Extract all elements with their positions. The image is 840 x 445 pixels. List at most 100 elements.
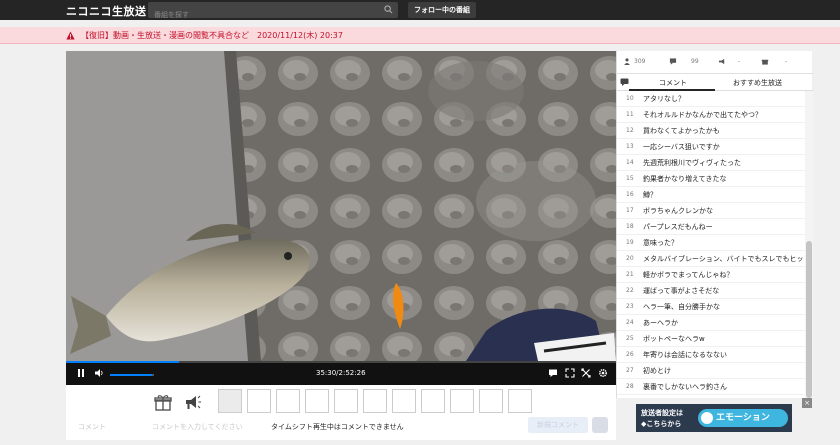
comment-row[interactable]: 26 年寄りは会話になるなない: [617, 347, 805, 363]
comment-row[interactable]: 27 初めとけ: [617, 363, 805, 379]
advertise-megaphone-icon[interactable]: [183, 393, 201, 411]
comment-text: 一応シーバス狙いですか: [643, 143, 720, 151]
volume-icon[interactable]: [94, 368, 104, 378]
comment-scrollbar-thumb[interactable]: [806, 241, 812, 398]
timeshift-notice: タイムシフト再生中はコメントできません: [271, 423, 404, 431]
warning-icon: [66, 31, 75, 40]
comment-row[interactable]: 28 裏番でしかないヘラ釣さん: [617, 379, 805, 395]
tab-recommended[interactable]: おすすめ生放送: [733, 78, 782, 88]
top-bar: ニコニコ生放送 フォロー中の番組: [0, 0, 840, 23]
seek-bar-fill: [66, 361, 180, 363]
comment-row[interactable]: 22 運ばって事がよさそだな: [617, 283, 805, 299]
comment-row[interactable]: 12 買わなくてよかったかも: [617, 123, 805, 139]
comment-count: 99: [691, 58, 699, 65]
comment-number: 12: [626, 127, 634, 134]
comment-text: 先週荒利根川でヴィヴィたった: [643, 159, 741, 167]
comment-row[interactable]: 13 一応シーバス狙いですか: [617, 139, 805, 155]
emotion-slot[interactable]: [305, 389, 329, 413]
comment-submit-icon[interactable]: [592, 417, 608, 433]
comment-text: ボラちゃんクレンかな: [643, 207, 713, 215]
expand-icon[interactable]: [581, 368, 591, 378]
ad-line-1: 放送者設定は: [641, 409, 683, 417]
video-image: [66, 51, 616, 361]
comment-toggle-icon[interactable]: [548, 368, 558, 378]
ad-banner[interactable]: 放送者設定は ◆こちらから エモーション: [636, 404, 792, 432]
comment-number: 18: [626, 223, 634, 230]
volume-slider[interactable]: [110, 374, 154, 376]
emotion-logo: エモーション: [698, 409, 788, 427]
gift-icon: [761, 59, 769, 65]
emotion-slot[interactable]: [479, 389, 503, 413]
comment-row[interactable]: 25 ボットペーなヘラw: [617, 331, 805, 347]
gift-count: -: [785, 58, 788, 65]
volume-slider-fill: [110, 374, 152, 376]
comment-number: 13: [626, 143, 634, 150]
emotion-logo-icon: [701, 412, 713, 424]
viewer-count: 309: [634, 58, 646, 65]
comment-text: 釣果者かなり増えてきたな: [643, 175, 727, 183]
comment-row[interactable]: 11 それオルルドかなんかで出てたやつ？: [617, 107, 805, 123]
comment-text: 裏番でしかないヘラ釣さん: [643, 383, 727, 391]
program-stats: 309 99 - -: [617, 51, 813, 74]
comment-text: 初めとけ: [643, 367, 671, 375]
comment-row[interactable]: 15 釣果者かなり増えてきたな: [617, 171, 805, 187]
comment-text: 鱒？: [643, 191, 657, 199]
comment-row[interactable]: 23 ヘラ一筆、自分勝手かな: [617, 299, 805, 315]
comment-row[interactable]: 20 メタルバイブレーション、バイトでもスレでもヒット率高い: [617, 251, 805, 267]
search-input[interactable]: [148, 7, 373, 23]
gift-icon[interactable]: [154, 393, 172, 411]
person-icon: [624, 58, 630, 65]
emotion-slot[interactable]: [363, 389, 387, 413]
niconico-logo[interactable]: ニコニコ生放送: [66, 3, 147, 19]
seek-bar[interactable]: [66, 361, 616, 363]
comment-text: 運ばって事がよさそだな: [643, 287, 720, 295]
comment-number: 23: [626, 303, 634, 310]
comment-list[interactable]: 10 アタリなし？ 11 それオルルドかなんかで出てたやつ？ 12 買わなくてよかったかも…: [617, 91, 805, 398]
player-action-area: コメント コメントを入力してください タイムシフト再生中はコメントできません 新…: [66, 385, 616, 440]
following-programs-button[interactable]: フォロー中の番組: [408, 2, 476, 18]
comment-text: パープレスだもんねー: [643, 223, 713, 231]
comment-row[interactable]: 16 鱒？: [617, 187, 805, 203]
comment-text: ヘラ一筆、自分勝手かな: [643, 303, 720, 311]
emotion-slot[interactable]: [450, 389, 474, 413]
comment-row[interactable]: 19 意味った？: [617, 235, 805, 251]
comment-row[interactable]: 21 軽かボラでまってんじゃね？: [617, 267, 805, 283]
comment-number: 21: [626, 271, 634, 278]
comment-row[interactable]: 17 ボラちゃんクレンかな: [617, 203, 805, 219]
emotion-logo-text: エモーション: [716, 413, 770, 423]
comment-row[interactable]: 14 先週荒利根川でヴィヴィたった: [617, 155, 805, 171]
emotion-slot[interactable]: [508, 389, 532, 413]
ad-line-2: ◆こちらから: [641, 420, 682, 428]
comment-row[interactable]: 18 パープレスだもんねー: [617, 219, 805, 235]
search-box[interactable]: [148, 2, 398, 23]
maintenance-alert-bar[interactable]: 【復旧】動画・生放送・漫画の閲覧不具合など 2020/11/12(木) 20:3…: [0, 27, 840, 44]
alert-text[interactable]: 【復旧】動画・生放送・漫画の閲覧不具合など 2020/11/12(木) 20:3…: [81, 30, 343, 41]
comment-text: 意味った？: [643, 239, 678, 247]
emotion-slot[interactable]: [392, 389, 416, 413]
emotion-slot[interactable]: [276, 389, 300, 413]
comment-number: 22: [626, 287, 634, 294]
settings-gear-icon[interactable]: [598, 368, 608, 378]
fullscreen-icon[interactable]: [565, 368, 575, 378]
comment-row[interactable]: 10 アタリなし？: [617, 91, 805, 107]
comment-icon: [669, 58, 677, 65]
comment-text: アタリなし？: [643, 95, 685, 103]
pause-icon[interactable]: [76, 368, 86, 378]
tab-comments[interactable]: コメント: [659, 78, 687, 88]
comment-text: メタルバイブレーション、バイトでもスレでもヒット率高い: [643, 255, 805, 263]
ad-close-icon[interactable]: ×: [802, 398, 812, 408]
comment-text: ボットペーなヘラw: [643, 335, 705, 343]
video-frame[interactable]: [66, 51, 616, 361]
emotion-slot[interactable]: [218, 389, 242, 413]
emotion-slot[interactable]: [247, 389, 271, 413]
comment-row[interactable]: 24 あーヘラか: [617, 315, 805, 331]
comment-scrollbar[interactable]: [805, 91, 813, 398]
search-icon[interactable]: [384, 5, 393, 14]
new-comment-button[interactable]: 新規コメント: [528, 417, 588, 433]
emotion-slot[interactable]: [421, 389, 445, 413]
emotion-slot[interactable]: [334, 389, 358, 413]
comment-text: 年寄りは会話になるなない: [643, 351, 727, 359]
comment-text: あーヘラか: [643, 319, 678, 327]
comment-number: 15: [626, 175, 634, 182]
video-player[interactable]: 35:30/2:52:26: [66, 51, 616, 385]
